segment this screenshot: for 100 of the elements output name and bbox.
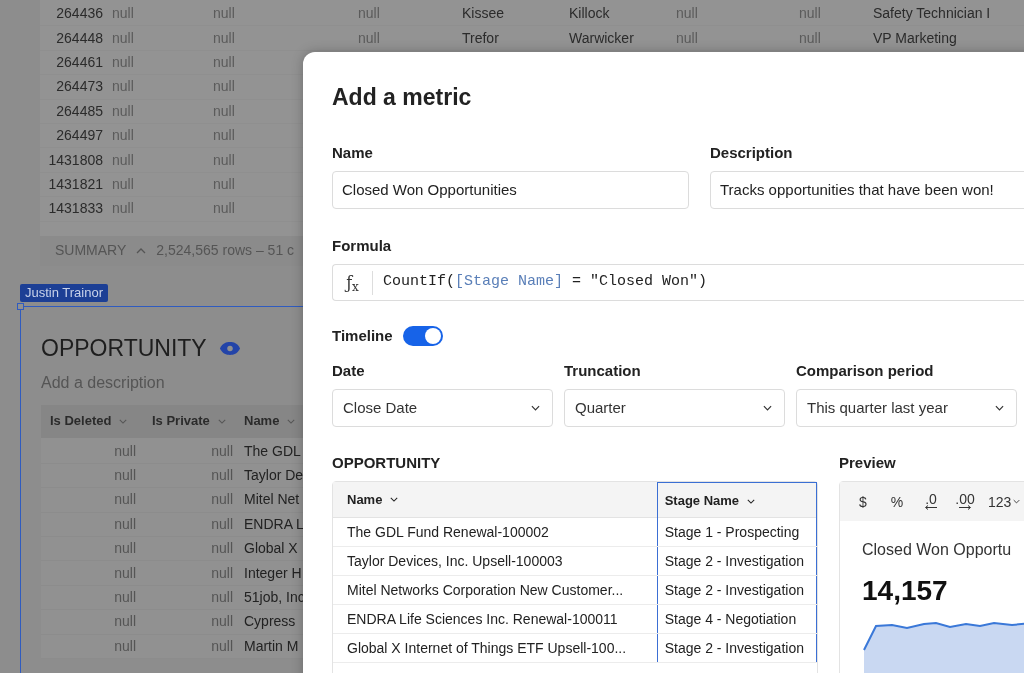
table-cell-text: 51job, Inc xyxy=(243,588,305,608)
table-cell-text: null xyxy=(210,636,234,656)
table-cell-text: null xyxy=(113,612,137,632)
chevron-up-icon[interactable] xyxy=(136,247,147,254)
field-label: Comparison period xyxy=(796,361,935,381)
table-cell: Safety Technician I xyxy=(873,5,991,22)
table-cell: Killock xyxy=(569,5,610,22)
table-title: OPPORTUNITY xyxy=(332,453,442,473)
table-cell-text: The GDL Fund Renewal-100002 xyxy=(346,522,550,542)
table-cell-text: null xyxy=(113,636,137,656)
table-cell-text: The GDL xyxy=(243,441,301,461)
chevron-down-icon xyxy=(287,418,296,424)
table-cell-text: null xyxy=(113,588,137,608)
arrow-left-icon xyxy=(924,505,938,510)
table-cell-text: null xyxy=(210,588,234,608)
text-field[interactable]: Tracks opportunities that have been won! xyxy=(710,171,1024,209)
format-button[interactable]: $ xyxy=(852,495,874,508)
select-field[interactable]: Quarter xyxy=(564,389,785,427)
field-label: Name xyxy=(332,143,374,163)
table-cell: 264448 xyxy=(56,29,103,46)
field-label: Description xyxy=(710,143,794,163)
table-cell: VP Marketing xyxy=(873,29,957,46)
table-cell: null xyxy=(799,5,821,22)
table-cell: Stage 2 - Investigation xyxy=(656,576,817,604)
table-cell-text: null xyxy=(113,490,137,510)
table-cell-text: null xyxy=(113,539,137,559)
formula-text: CountIf([Stage Name] = "Closed Won") xyxy=(382,272,708,293)
column-header[interactable]: Name xyxy=(239,411,296,431)
column-header[interactable]: Name xyxy=(333,482,657,517)
table-cell-text: null xyxy=(210,490,234,510)
user-tag: Justin Trainor xyxy=(20,283,109,302)
formula-field[interactable]: ƒ$_{x}$ CountIf([Stage Name] = "Closed Won") xyxy=(332,264,1024,301)
table-cell: null xyxy=(213,29,235,46)
table-cell: Stage 4 - Negotiation xyxy=(656,605,817,633)
element-title: OPPORTUNITY xyxy=(41,334,207,364)
table-cell-text: ENDRA Life Sciences Inc. Renewal-100011 xyxy=(346,609,619,629)
table-cell-text: Global X xyxy=(243,539,298,559)
table-cell: 264461 xyxy=(56,53,103,70)
chevron-down-icon xyxy=(119,418,128,424)
timeline-toggle[interactable] xyxy=(402,326,443,346)
table-cell: null xyxy=(213,78,235,95)
table-cell-text: null xyxy=(113,466,137,486)
chevron-down-icon xyxy=(1013,499,1021,504)
table-cell-text: Taylor De xyxy=(243,466,304,486)
chevron-down-icon xyxy=(995,405,1004,411)
table-cell: Stage 2 - Investigation xyxy=(656,547,817,575)
table-cell: null xyxy=(213,200,235,217)
column-header[interactable]: Is Deleted xyxy=(41,411,142,431)
table-cell: null xyxy=(112,29,134,46)
format-button[interactable]: .00 xyxy=(954,493,976,510)
table-cell: null xyxy=(676,29,698,46)
table-cell: null xyxy=(213,102,235,119)
chevron-down-icon xyxy=(390,497,399,502)
table-cell: null xyxy=(112,200,134,217)
field-label: Date xyxy=(332,361,366,381)
table-cell: null xyxy=(213,151,235,168)
table-cell-text: null xyxy=(113,514,137,534)
table-cell-text: Mitel Net xyxy=(243,490,300,510)
table-cell: null xyxy=(358,5,380,22)
resize-handle[interactable] xyxy=(17,302,24,310)
table-cell-text: null xyxy=(210,539,234,559)
table-cell: Stage 1 - Prospecting xyxy=(656,518,817,546)
field-label: Truncation xyxy=(564,361,642,381)
table-cell-text: null xyxy=(210,514,234,534)
table-cell: 264436 xyxy=(56,5,103,22)
column-header[interactable]: Stage Name xyxy=(656,482,817,519)
table-cell: 264473 xyxy=(56,78,103,95)
text-field[interactable]: Closed Won Opportunities xyxy=(332,171,689,209)
table-cell: Trefor xyxy=(462,29,499,46)
table-cell: 264485 xyxy=(56,102,103,119)
table-cell-text: null xyxy=(113,563,137,583)
select-field[interactable]: This quarter last year xyxy=(796,389,1017,427)
table-cell: null xyxy=(112,175,134,192)
metric-value: 14,157 xyxy=(862,574,949,608)
table-cell-text: null xyxy=(210,612,234,632)
table-cell: null xyxy=(112,53,134,70)
arrow-right-icon xyxy=(958,505,972,510)
metric-title: Closed Won Opportu xyxy=(862,540,1013,560)
table-cell: null xyxy=(358,29,380,46)
table-cell: 1431821 xyxy=(48,175,103,192)
table-cell: Stage 2 - Investigation xyxy=(656,634,817,662)
format-button[interactable]: % xyxy=(886,495,908,508)
table-cell-text: Martin M xyxy=(243,636,299,656)
table-cell-text: ENDRA L xyxy=(243,514,304,534)
preview-label: Preview xyxy=(839,453,897,473)
select-field[interactable]: Close Date xyxy=(332,389,553,427)
format-button[interactable]: .0 xyxy=(920,493,942,510)
table-cell-text: Global X Internet of Things ETF Upsell-100... xyxy=(346,638,628,658)
eye-icon[interactable] xyxy=(218,341,241,356)
table-cell-text: null xyxy=(113,441,137,461)
chevron-down-icon xyxy=(531,405,540,411)
table-cell: null xyxy=(213,5,235,22)
table-cell-text: Mitel Networks Corporation New Customer... xyxy=(346,580,625,600)
dialog-title: Add a metric xyxy=(332,83,473,112)
table-cell-text: Taylor Devices, Inc. Upsell-100003 xyxy=(346,551,564,571)
table-cell: null xyxy=(213,175,235,192)
format-button[interactable]: 123 xyxy=(988,495,1021,508)
table-cell: Kissee xyxy=(462,5,505,22)
column-header[interactable]: Is Private xyxy=(142,411,239,431)
table-cell: Warwicker xyxy=(569,29,634,46)
